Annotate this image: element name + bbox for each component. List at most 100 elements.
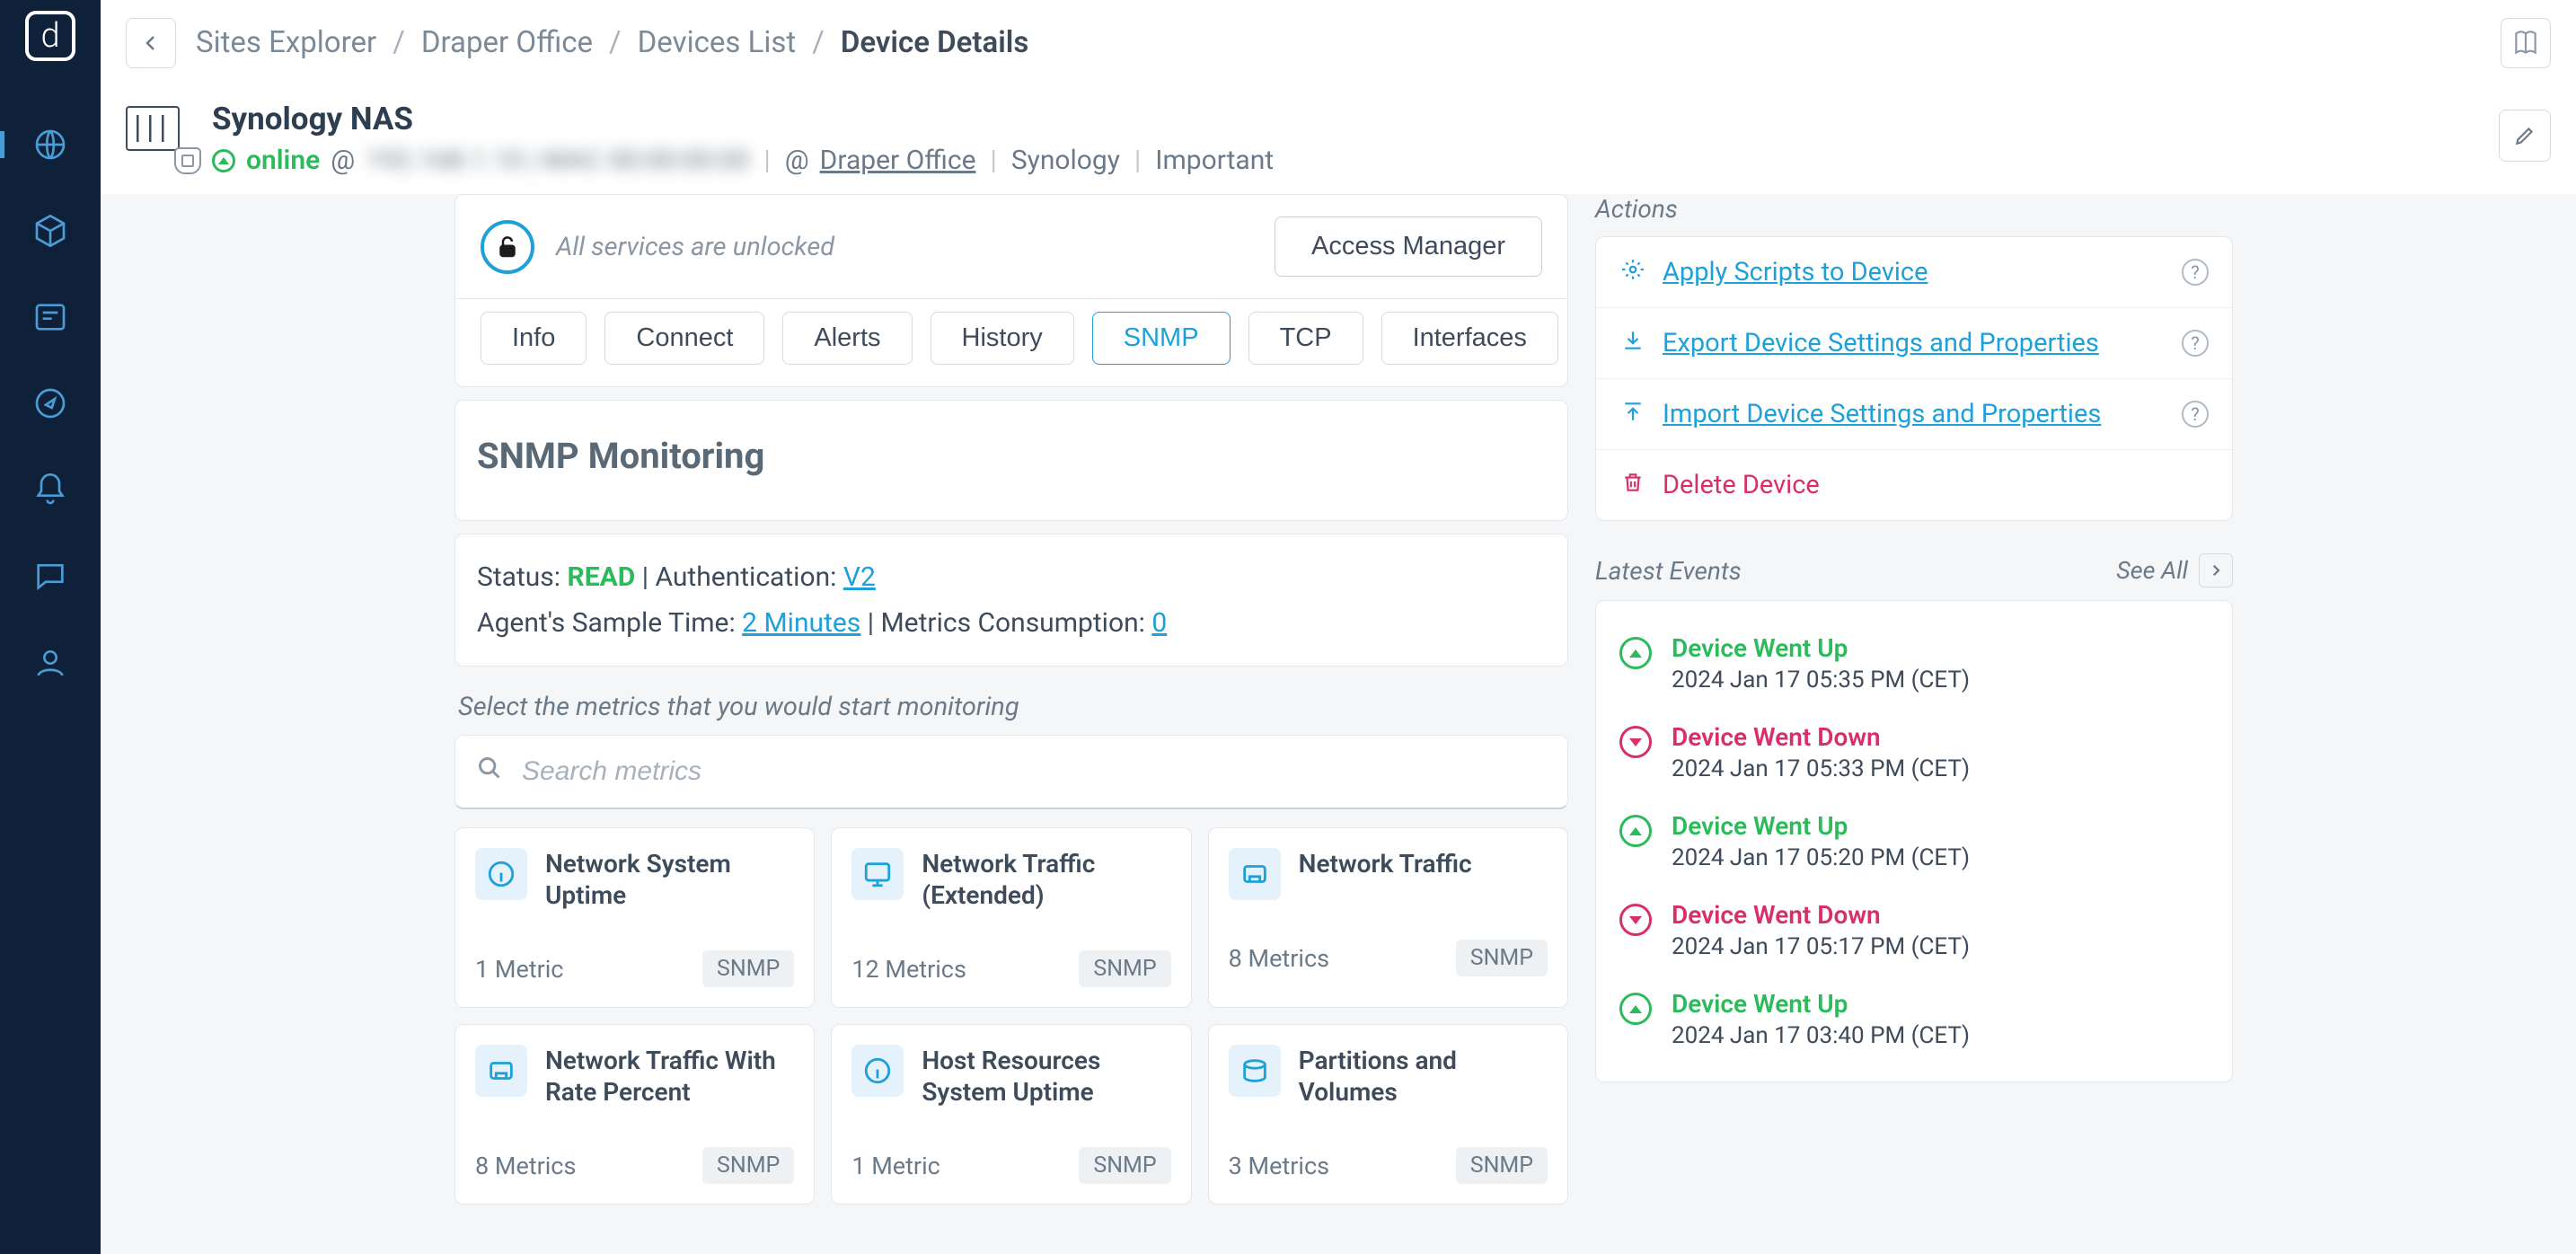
nav-item-chat[interactable] [0,552,101,600]
help-icon[interactable]: ? [2182,259,2209,286]
help-icon[interactable]: ? [2182,401,2209,428]
action-text: Apply Scripts to Device [1663,257,2166,287]
cube-icon [32,213,68,249]
metric-grid: Network System Uptime 1 Metric SNMP Netw… [454,827,1568,1205]
event-row[interactable]: Device Went Up 2024 Jan 17 05:20 PM (CET… [1619,797,2209,886]
metric-title: Network Traffic With Rate Percent [545,1045,794,1108]
event-title: Device Went Down [1672,722,1970,752]
vendor-text: Synology [1011,145,1120,176]
gear-icon [1619,258,1646,287]
news-icon [32,299,68,335]
chat-icon [32,558,68,594]
chevron-left-icon [140,32,162,54]
action-gear[interactable]: Apply Scripts to Device ? [1596,237,2232,308]
metrics-search[interactable] [454,735,1568,809]
metric-card[interactable]: Partitions and Volumes 3 Metrics SNMP [1208,1024,1568,1205]
action-text: Import Device Settings and Properties [1663,399,2166,429]
status-up-icon [212,149,235,172]
main-column: Sites Explorer / Draper Office / Devices… [101,0,2576,1254]
bell-icon [32,472,68,508]
tab-snmp[interactable]: SNMP [1092,312,1231,365]
tab-row: Info Connect Alerts History SNMP TCP Interface… [454,299,1568,387]
info-icon [475,848,527,900]
upload-icon [1619,400,1646,429]
nav-item-compass[interactable] [0,379,101,428]
tab-interfaces[interactable]: Interfaces [1381,312,1558,365]
breadcrumb: Sites Explorer / Draper Office / Devices… [196,25,2481,60]
event-row[interactable]: Device Went Up 2024 Jan 17 05:35 PM (CET… [1619,619,2209,708]
tab-connect[interactable]: Connect [604,312,764,365]
see-all-events[interactable]: See All [2116,553,2233,587]
search-input[interactable] [522,756,1546,787]
actions-card: Apply Scripts to Device ? Export Device … [1595,236,2233,521]
metric-card[interactable]: Host Resources System Uptime 1 Metric SN… [831,1024,1191,1205]
metric-title: Network System Uptime [545,848,794,911]
globe-icon [32,127,68,163]
event-time: 2024 Jan 17 03:40 PM (CET) [1672,1022,1970,1049]
docs-button[interactable] [2501,18,2551,68]
info-icon [851,1045,904,1097]
site-link[interactable]: Draper Office [820,145,976,176]
metrics-hint: Select the metrics that you would start … [458,692,1565,722]
back-button[interactable] [126,18,176,68]
action-text: Export Device Settings and Properties [1663,328,2166,358]
event-title: Device Went Up [1672,989,1970,1019]
crumb-0[interactable]: Sites Explorer [196,25,376,60]
help-icon[interactable]: ? [2182,330,2209,357]
action-download[interactable]: Export Device Settings and Properties ? [1596,308,2232,379]
status-up-icon [1619,815,1652,847]
metric-card[interactable]: Network Traffic (Extended) 12 Metrics SN… [831,827,1191,1008]
actions-label: Actions [1595,194,2233,224]
event-row[interactable]: Device Went Up 2024 Jan 17 03:40 PM (CET… [1619,975,2209,1064]
tab-alerts[interactable]: Alerts [782,312,912,365]
event-time: 2024 Jan 17 05:20 PM (CET) [1672,844,1970,871]
protocol-badge: SNMP [702,1147,794,1184]
metric-title: Network Traffic [1299,848,1472,879]
nav-item-bell[interactable] [0,465,101,514]
access-manager-button[interactable]: Access Manager [1275,216,1542,277]
event-row[interactable]: Device Went Down 2024 Jan 17 05:17 PM (C… [1619,886,2209,975]
unlock-icon [481,220,534,274]
action-upload[interactable]: Import Device Settings and Properties ? [1596,379,2232,450]
action-trash[interactable]: Delete Device [1596,450,2232,520]
device-meta: online @ 192.168.1.10 | MAC 00:00:00:00 … [212,145,1795,176]
nav-item-globe[interactable] [0,120,101,169]
compass-icon [32,385,68,421]
event-title: Device Went Up [1672,811,1970,841]
nic-icon [1229,848,1281,900]
tab-tcp[interactable]: TCP [1248,312,1363,365]
protocol-badge: SNMP [1079,950,1170,987]
snmp-sample-link[interactable]: 2 Minutes [742,607,860,639]
snmp-auth-link[interactable]: V2 [843,561,876,593]
metric-card[interactable]: Network System Uptime 1 Metric SNMP [454,827,815,1008]
nav-item-news[interactable] [0,293,101,341]
metric-count: 1 Metric [851,1152,940,1180]
pencil-icon [2513,124,2536,147]
event-row[interactable]: Device Went Down 2024 Jan 17 05:33 PM (C… [1619,708,2209,797]
app-logo[interactable]: d [25,11,75,61]
device-name: Synology NAS [212,101,1795,137]
snmp-consumption-link[interactable]: 0 [1151,607,1167,639]
importance-text: Important [1155,145,1274,176]
metric-card[interactable]: Network Traffic 8 Metrics SNMP [1208,827,1568,1008]
crumb-1[interactable]: Draper Office [421,25,593,60]
nav-item-user[interactable] [0,638,101,686]
snmp-status-value: READ [568,561,636,593]
edit-button[interactable] [2499,110,2551,162]
user-icon [32,644,68,680]
crumb-3: Device Details [841,25,1029,60]
snmp-title: SNMP Monitoring [477,435,1546,477]
status-up-icon [1619,637,1652,669]
chevron-right-icon [2199,553,2233,587]
shield-badge-icon [174,147,201,174]
status-down-icon [1619,726,1652,758]
tab-history[interactable]: History [931,312,1074,365]
nav-item-cube[interactable] [0,207,101,255]
event-time: 2024 Jan 17 05:33 PM (CET) [1672,755,1970,782]
download-icon [1619,329,1646,358]
protocol-badge: SNMP [1079,1147,1170,1184]
tab-info[interactable]: Info [481,312,587,365]
crumb-2[interactable]: Devices List [638,25,797,60]
metric-count: 1 Metric [475,955,563,984]
metric-card[interactable]: Network Traffic With Rate Percent 8 Metr… [454,1024,815,1205]
